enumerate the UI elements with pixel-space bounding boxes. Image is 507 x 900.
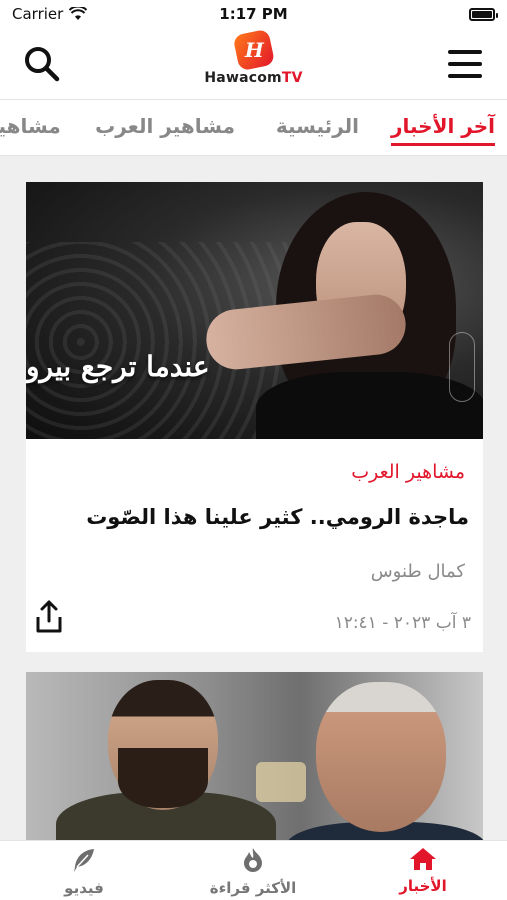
article-card[interactable] bbox=[26, 672, 483, 852]
app-logo[interactable]: H HawacomTV bbox=[204, 28, 302, 86]
logo-text: HawacomTV bbox=[204, 70, 302, 86]
share-icon bbox=[36, 600, 62, 633]
logo-letter: H bbox=[244, 38, 263, 62]
nav-video-label: فيديو bbox=[64, 879, 104, 897]
hamburger-icon bbox=[448, 50, 482, 78]
article-category[interactable]: مشاهير العرب bbox=[351, 461, 465, 483]
battery-icon bbox=[469, 7, 498, 21]
logo-name: Hawacom bbox=[204, 70, 282, 86]
tab-home[interactable]: الرئيسية bbox=[276, 114, 359, 138]
logo-suffix: TV bbox=[281, 70, 303, 86]
nav-video[interactable]: فيديو bbox=[24, 847, 144, 897]
tab-latest-news[interactable]: آخر الأخبار bbox=[390, 114, 496, 146]
logo-mark: H bbox=[232, 28, 275, 72]
home-icon bbox=[410, 848, 436, 870]
nav-news-label: الأخبار bbox=[399, 877, 447, 895]
search-button[interactable] bbox=[18, 40, 66, 88]
article-title[interactable]: ماجدة الرومي.. كثير علينا هذا الصّوت bbox=[86, 505, 469, 529]
article-author: كمال طنوس bbox=[370, 561, 465, 582]
carrier-label: Carrier bbox=[12, 5, 64, 23]
share-button[interactable] bbox=[34, 599, 64, 635]
article-image[interactable] bbox=[26, 672, 483, 852]
category-tabs: آخر الأخبار الرئيسية مشاهير العرب مشاهير bbox=[0, 100, 507, 156]
article-card[interactable]: عندما ترجع بيرو مشاهير العرب ماجدة الروم… bbox=[26, 182, 483, 652]
feather-icon bbox=[74, 849, 94, 872]
article-date: ٣ آب ٢٠٢٣ - ١٢:٤١ bbox=[334, 613, 471, 633]
status-left: Carrier bbox=[12, 5, 88, 23]
watermark-logo bbox=[449, 332, 475, 402]
app-header: H HawacomTV bbox=[0, 28, 507, 100]
flame-icon bbox=[244, 848, 262, 872]
nav-most-read-label: الأكثر قراءة bbox=[209, 879, 297, 897]
tab-celebrities[interactable]: مشاهير bbox=[0, 114, 61, 138]
status-bar: Carrier 1:17 PM bbox=[0, 0, 507, 28]
article-image[interactable]: عندما ترجع بيرو bbox=[26, 182, 483, 439]
search-icon bbox=[25, 47, 60, 82]
nav-news[interactable]: الأخبار bbox=[363, 847, 483, 895]
wifi-icon bbox=[69, 7, 88, 20]
nav-most-read[interactable]: الأكثر قراءة bbox=[193, 847, 313, 897]
image-caption: عندما ترجع بيرو bbox=[26, 350, 210, 383]
tab-arab-celebrities[interactable]: مشاهير العرب bbox=[95, 114, 235, 138]
bottom-nav: الأخبار الأكثر قراءة فيديو bbox=[0, 840, 507, 900]
menu-button[interactable] bbox=[441, 40, 489, 88]
